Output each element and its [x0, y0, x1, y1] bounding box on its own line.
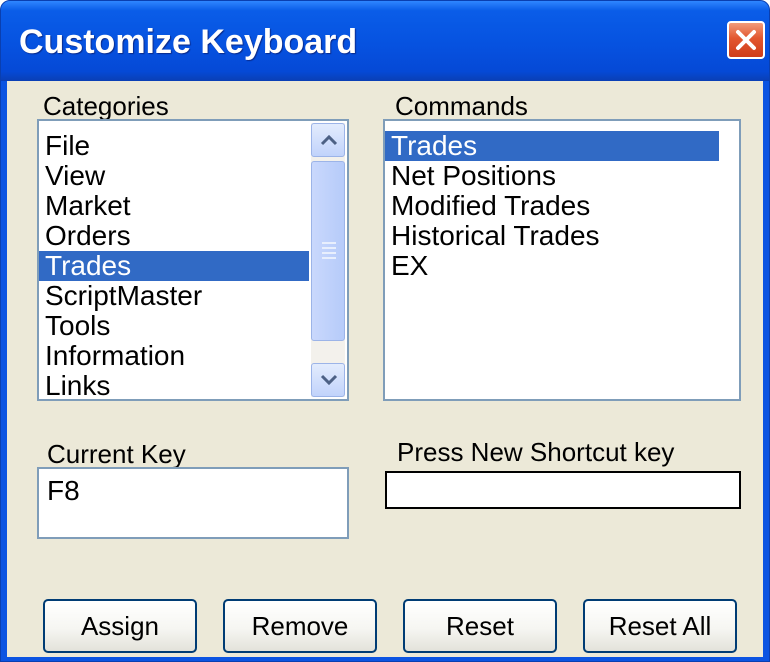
title-bar[interactable]: Customize Keyboard	[1, 1, 769, 81]
category-item-trades[interactable]: Trades	[39, 251, 309, 281]
window-title: Customize Keyboard	[19, 23, 358, 61]
command-item-ex[interactable]: EX	[385, 251, 739, 281]
customize-keyboard-dialog: Customize Keyboard Categories File View …	[0, 0, 770, 662]
close-icon	[736, 30, 756, 50]
categories-label: Categories	[43, 91, 169, 121]
commands-listbox[interactable]: Trades Net Positions Modified Trades His…	[383, 119, 741, 401]
new-shortcut-input[interactable]	[385, 471, 741, 509]
command-item-net-positions[interactable]: Net Positions	[385, 161, 739, 191]
scroll-up-button[interactable]	[311, 123, 345, 157]
reset-all-button[interactable]: Reset All	[583, 599, 737, 653]
chevron-up-icon	[320, 134, 338, 146]
categories-listbox[interactable]: File View Market Orders Trades ScriptMas…	[37, 119, 349, 401]
assign-button[interactable]: Assign	[43, 599, 197, 653]
category-item-file[interactable]: File	[39, 131, 309, 161]
category-item-tools[interactable]: Tools	[39, 311, 309, 341]
remove-button[interactable]: Remove	[223, 599, 377, 653]
commands-label: Commands	[395, 91, 528, 121]
category-item-orders[interactable]: Orders	[39, 221, 309, 251]
category-item-market[interactable]: Market	[39, 191, 309, 221]
scroll-down-button[interactable]	[311, 363, 345, 397]
new-shortcut-label: Press New Shortcut key	[397, 437, 675, 467]
command-item-trades[interactable]: Trades	[385, 131, 719, 161]
current-key-label: Current Key	[47, 439, 186, 469]
category-item-scriptmaster[interactable]: ScriptMaster	[39, 281, 309, 311]
category-item-information[interactable]: Information	[39, 341, 309, 371]
category-item-view[interactable]: View	[39, 161, 309, 191]
chevron-down-icon	[320, 374, 338, 386]
close-button[interactable]	[727, 21, 765, 59]
categories-scrollbar[interactable]	[311, 123, 345, 397]
current-key-field[interactable]: F8	[37, 467, 349, 539]
category-item-links[interactable]: Links	[39, 371, 309, 401]
scrollbar-thumb[interactable]	[311, 161, 345, 341]
command-item-modified-trades[interactable]: Modified Trades	[385, 191, 739, 221]
dialog-client-area: Categories File View Market Orders Trade…	[7, 81, 763, 657]
command-item-historical-trades[interactable]: Historical Trades	[385, 221, 739, 251]
reset-button[interactable]: Reset	[403, 599, 557, 653]
